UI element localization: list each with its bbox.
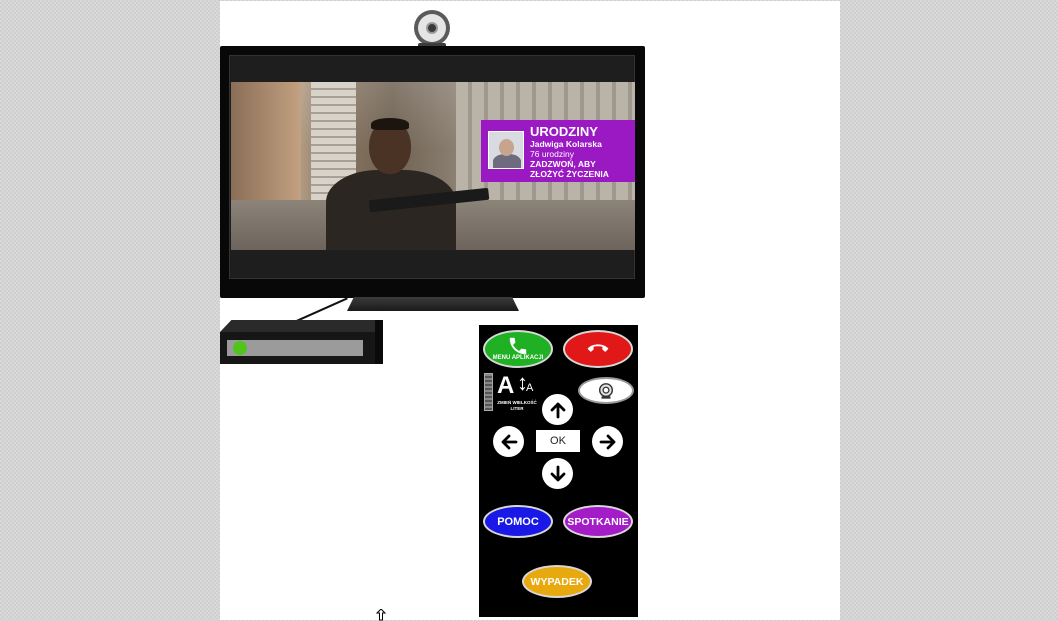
arrow-left-icon bbox=[501, 434, 517, 449]
webcam-icon bbox=[414, 10, 450, 46]
camera-icon bbox=[598, 382, 614, 399]
accident-button[interactable]: WYPADEK bbox=[522, 565, 592, 598]
arrow-down-icon bbox=[550, 465, 565, 481]
hang-up-button[interactable] bbox=[563, 330, 633, 368]
arrow-right-icon bbox=[599, 434, 615, 449]
birthday-notification[interactable]: URODZINY Jadwiga Kolarska 76 urodziny ZA… bbox=[481, 120, 635, 182]
call-button[interactable]: MENU APLIKACJI bbox=[483, 330, 553, 368]
meeting-button[interactable]: SPOTKANIE bbox=[563, 505, 633, 538]
avatar-body bbox=[493, 154, 521, 168]
webcam-ring bbox=[418, 14, 446, 42]
cursor-icon bbox=[375, 609, 387, 621]
set-top-box-front bbox=[220, 332, 375, 364]
birthday-message-line2: ZŁOŻYĆ ŻYCZENIA bbox=[530, 169, 609, 179]
birthday-title: URODZINY bbox=[530, 124, 598, 139]
arrow-up-icon bbox=[550, 402, 565, 418]
workspace-canvas: URODZINY Jadwiga Kolarska 76 urodziny ZA… bbox=[220, 1, 840, 621]
font-size-icon: A bbox=[497, 372, 515, 399]
video-frame: URODZINY Jadwiga Kolarska 76 urodziny ZA… bbox=[231, 82, 635, 250]
phone-icon bbox=[509, 337, 527, 355]
birthday-name: Jadwiga Kolarska bbox=[530, 139, 602, 149]
avatar-face bbox=[499, 139, 514, 156]
arrow-right-button[interactable] bbox=[592, 426, 623, 457]
hdmi-cable bbox=[294, 297, 348, 323]
birthday-age: 76 urodziny bbox=[530, 149, 574, 159]
font-size-label: ZMIEŃ WIELKOŚĆ LITER bbox=[497, 400, 537, 411]
power-led-icon bbox=[233, 341, 247, 355]
hang-up-icon bbox=[587, 344, 609, 352]
remote-control: MENU APLIKACJI A ↕ A ZMIEŃ WIELKOŚĆ LITE… bbox=[479, 325, 638, 617]
set-top-box-top bbox=[220, 320, 383, 332]
video-person-hair bbox=[371, 118, 409, 130]
arrow-up-button[interactable] bbox=[542, 394, 573, 425]
webcam-lens bbox=[426, 22, 438, 34]
font-size-slider[interactable] bbox=[484, 373, 493, 411]
tv-stand bbox=[347, 297, 519, 311]
set-top-box-side bbox=[375, 320, 383, 364]
arrow-down-button[interactable] bbox=[542, 458, 573, 489]
birthday-message-line1: ZADZWOŃ, ABY bbox=[530, 159, 596, 169]
call-button-label: MENU APLIKACJI bbox=[492, 355, 544, 361]
set-top-box-display bbox=[227, 340, 363, 356]
tv: URODZINY Jadwiga Kolarska 76 urodziny ZA… bbox=[220, 46, 645, 298]
arrow-left-button[interactable] bbox=[493, 426, 524, 457]
tv-screen: URODZINY Jadwiga Kolarska 76 urodziny ZA… bbox=[229, 55, 635, 279]
font-size-button[interactable]: A ↕ A ZMIEŃ WIELKOŚĆ LITER bbox=[495, 370, 539, 418]
ok-button[interactable]: OK bbox=[536, 430, 580, 452]
birthday-avatar bbox=[488, 131, 524, 169]
set-top-box bbox=[220, 320, 383, 364]
help-button[interactable]: POMOC bbox=[483, 505, 553, 538]
font-size-small-icon: A bbox=[526, 382, 534, 394]
camera-button[interactable] bbox=[578, 377, 634, 404]
